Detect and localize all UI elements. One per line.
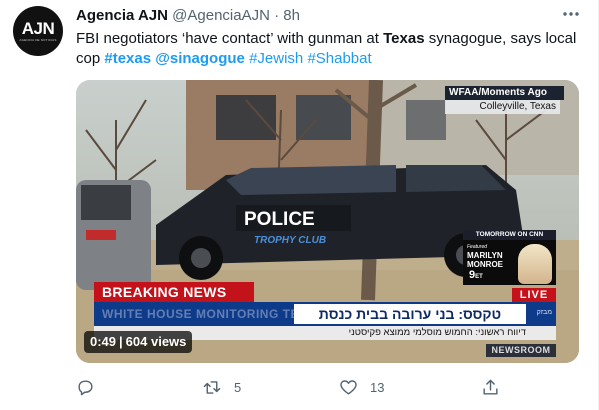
news-ticker: WHITE HOUSE MONITORING TEXAS טקסס: בני ע… [94,302,556,326]
video-stats-badge: 0:49 | 604 views [84,331,193,353]
promo-portrait [518,244,552,284]
tweet-text: FBI negotiators ‘have contact’ with gunm… [76,29,586,69]
retweet-button[interactable]: 5 [202,377,241,397]
hashtag-shabbat[interactable]: #Shabbat [307,50,371,67]
tweet-text-bold: Texas [383,30,425,47]
reply-icon [78,379,93,395]
share-button[interactable] [481,377,500,397]
author-name[interactable]: Agencia AJN [76,7,168,24]
ticker-small-text: מבזק [536,309,552,316]
tweet-text-part-1: FBI negotiators ‘have contact’ with gunm… [76,30,384,47]
ticker-subline-text: דיווח ראשוני: החמוש מוסלמי ממוצא פקיסטני [348,327,526,338]
tweet-header: Agencia AJN @AgenciaAJN · 8h [76,7,300,25]
avatar-subtext: AGENCIA DE NOTICIAS [19,38,57,42]
video-views: 604 views [125,334,187,349]
car-police-text: POLICE [244,209,315,230]
share-icon [483,379,498,395]
action-bar: 5 13 [76,377,506,397]
like-button[interactable]: 13 [339,377,384,397]
ticker-headline: טקסס: בני ערובה בבית כנסת [294,304,526,324]
video-player[interactable]: POLICE TROPHY CLUB WFAA/Moments Ago Coll… [76,80,579,363]
promo-line: Featured [467,244,488,250]
tweet-time[interactable]: 8h [283,7,300,24]
source-label: WFAA/Moments Ago [445,86,564,100]
like-icon [340,379,357,395]
cnn-promo: TOMORROW ON CNN Featured MARILYN MONROE 9… [463,230,556,285]
more-icon[interactable] [561,6,581,22]
hashtag-jewish[interactable]: #Jewish [249,50,303,67]
author-handle[interactable]: @AgenciaAJN [172,7,270,24]
promo-title-1: MARILYN [467,251,503,260]
mention-sinagogue[interactable]: @sinagogue [155,50,245,67]
breaking-news-banner: BREAKING NEWS [94,282,254,302]
stats-divider: | [119,334,123,349]
avatar[interactable]: AJN AGENCIA DE NOTICIAS [13,6,63,56]
retweet-count: 5 [234,379,242,395]
ticker-faint-text: WHITE HOUSE MONITORING TEXAS [102,307,326,321]
promo-header: TOMORROW ON CNN [463,230,556,240]
tweet-card[interactable]: AJN AGENCIA DE NOTICIAS Agencia AJN @Age… [0,0,599,410]
reply-button[interactable] [76,377,107,397]
promo-time-suffix: ET [475,274,483,280]
live-badge: LIVE [512,288,556,302]
avatar-logo-text: AJN [21,19,55,38]
promo-title-2: MONROE [467,260,503,269]
car-trophy-text: TROPHY CLUB [254,235,326,246]
hashtag-texas[interactable]: #texas [104,50,151,67]
newsroom-label: NEWSROOM [486,344,556,357]
retweet-icon [203,380,221,394]
video-duration: 0:49 [90,334,117,349]
location-label: Colleyville, Texas [445,100,560,114]
header-separator: · [274,7,280,24]
promo-title: MARILYN MONROE [467,251,503,269]
promo-time: 9ET [469,269,483,281]
like-count: 13 [370,379,385,395]
